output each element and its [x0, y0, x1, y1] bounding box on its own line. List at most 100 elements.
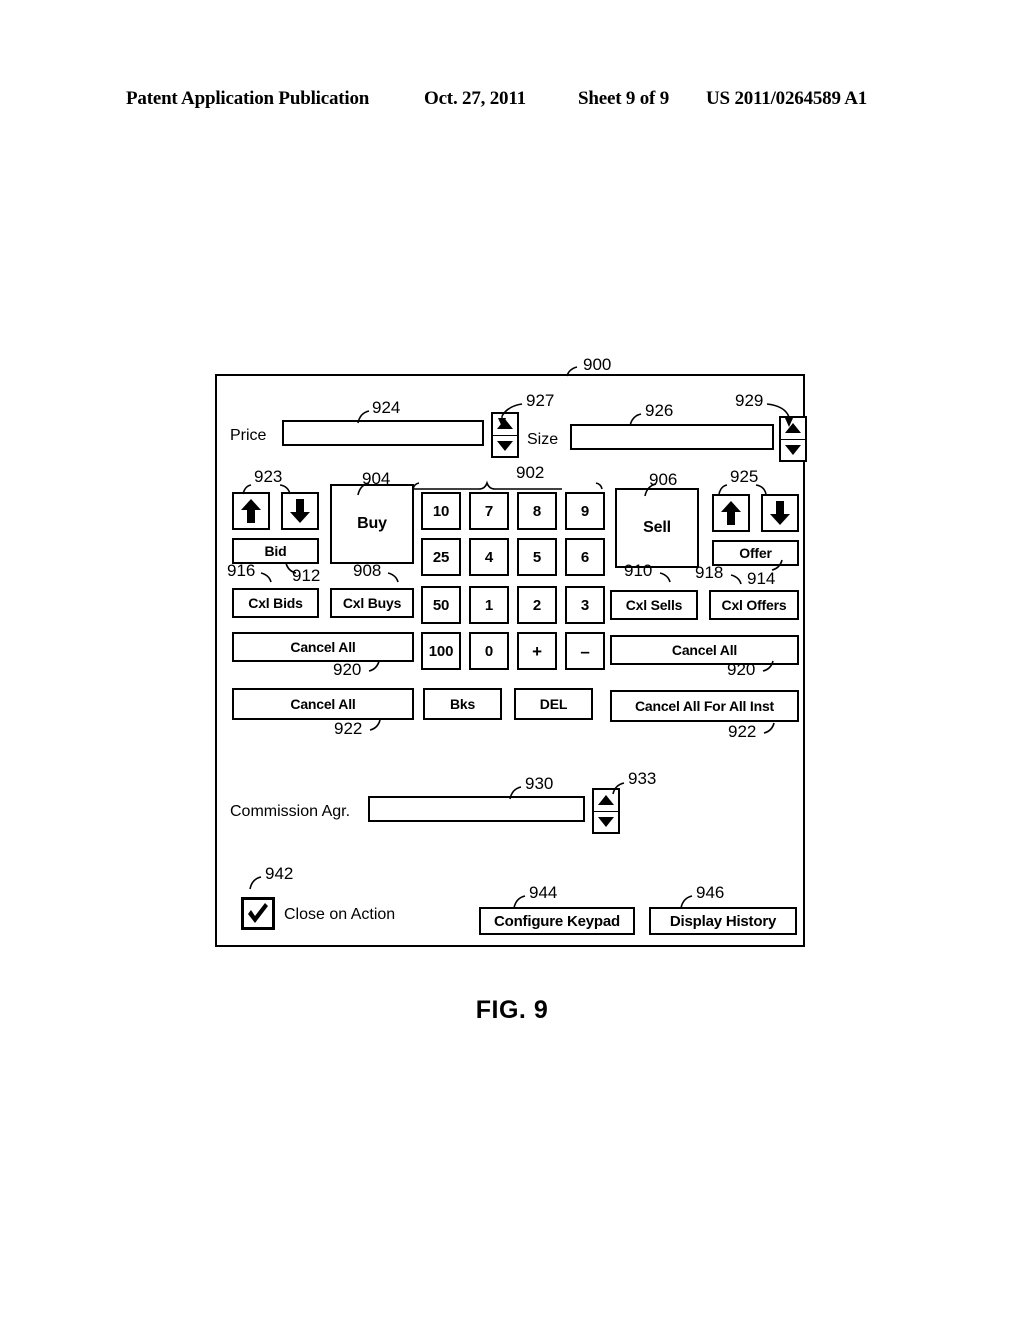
figure-caption: FIG. 9: [475, 996, 549, 1024]
cancel-all-sell-side-button[interactable]: Cancel All: [610, 635, 799, 665]
bid-button-label: Bid: [264, 543, 287, 559]
price-spinner-up[interactable]: [493, 414, 517, 436]
cancel-offers-button[interactable]: Cxl Offers: [709, 590, 799, 620]
keypad-key-label: 9: [580, 502, 590, 520]
price-spinner-down[interactable]: [493, 436, 517, 457]
keypad-key-10[interactable]: 10: [421, 492, 461, 530]
price-label: Price: [230, 427, 267, 444]
keypad-key-100[interactable]: 100: [421, 632, 461, 670]
patent-number: US 2011/0264589 A1: [706, 88, 868, 109]
ref-900: 900: [583, 355, 612, 374]
keypad-key-label: 50: [432, 596, 450, 614]
bid-increment-down-button[interactable]: [281, 492, 319, 530]
down-arrow-icon: [770, 501, 790, 525]
ref-918: 918: [695, 563, 724, 582]
commission-input[interactable]: [368, 796, 585, 822]
keypad-key-label: 7: [484, 502, 494, 520]
ref-910: 910: [624, 561, 653, 580]
ref-912: 912: [292, 566, 321, 585]
display-history-button[interactable]: Display History: [649, 907, 797, 935]
cancel-all-buy-side-button[interactable]: Cancel All: [232, 632, 414, 662]
bks-button-label: Bks: [449, 696, 476, 712]
keypad-key-5[interactable]: 5: [517, 538, 557, 576]
up-arrow-icon: [241, 499, 261, 523]
cancel-buys-label: Cxl Buys: [342, 595, 402, 611]
size-spinner-up[interactable]: [781, 418, 805, 440]
keypad-key-label: 100: [428, 642, 454, 660]
offer-increment-up-button[interactable]: [712, 494, 750, 532]
configure-keypad-label: Configure Keypad: [494, 912, 620, 930]
cancel-sells-label: Cxl Sells: [625, 597, 683, 613]
price-input[interactable]: [282, 420, 484, 446]
keypad-key-0[interactable]: 0: [469, 632, 509, 670]
ref-920-left: 920: [333, 660, 362, 679]
buy-button-label: Buy: [357, 515, 387, 532]
bid-increment-up-button[interactable]: [232, 492, 270, 530]
keypad-key-3[interactable]: 3: [565, 586, 605, 624]
buy-button[interactable]: Buy: [330, 484, 414, 564]
close-on-action-checkbox[interactable]: [241, 897, 275, 930]
triangle-up-icon: [785, 423, 801, 434]
keypad-key-9[interactable]: 9: [565, 492, 605, 530]
cancel-sells-button[interactable]: Cxl Sells: [610, 590, 698, 620]
cancel-all-for-all-instruments-label: Cancel All For All Inst: [634, 698, 775, 714]
price-spinner[interactable]: [491, 412, 519, 458]
publication-title: Patent Application Publication: [126, 88, 370, 109]
keypad-key-label: 10: [432, 502, 450, 520]
triangle-down-icon: [497, 440, 513, 451]
ref-908: 908: [353, 561, 382, 580]
cancel-all-instrument-label: Cancel All: [290, 696, 356, 712]
keypad-key-8[interactable]: 8: [517, 492, 557, 530]
keypad-key-1[interactable]: 1: [469, 586, 509, 624]
ref-929: 929: [735, 391, 764, 410]
commission-label: Commission Agr.: [230, 803, 351, 820]
ref-906: 906: [649, 470, 678, 489]
triangle-up-icon: [497, 419, 513, 430]
ref-927: 927: [526, 391, 555, 410]
display-history-label: Display History: [669, 912, 777, 930]
cancel-buys-button[interactable]: Cxl Buys: [330, 588, 414, 618]
ref-925: 925: [730, 467, 759, 486]
cancel-all-for-all-instruments-button[interactable]: Cancel All For All Inst: [610, 690, 799, 722]
keypad-key-7[interactable]: 7: [469, 492, 509, 530]
configure-keypad-button[interactable]: Configure Keypad: [479, 907, 635, 935]
ref-922-left: 922: [334, 719, 363, 738]
ref-904: 904: [362, 469, 391, 488]
size-input[interactable]: [570, 424, 774, 450]
sell-button[interactable]: Sell: [615, 488, 699, 568]
ref-930: 930: [525, 774, 554, 793]
keypad-key-plus[interactable]: +: [517, 632, 557, 670]
bks-button[interactable]: Bks: [423, 688, 502, 720]
keypad-key-minus[interactable]: –: [565, 632, 605, 670]
keypad-key-6[interactable]: 6: [565, 538, 605, 576]
ref-926: 926: [645, 401, 674, 420]
ref-924: 924: [372, 398, 401, 417]
size-spinner-down[interactable]: [781, 440, 805, 461]
keypad-key-25[interactable]: 25: [421, 538, 461, 576]
cancel-bids-button[interactable]: Cxl Bids: [232, 588, 319, 618]
commission-spinner-down[interactable]: [594, 812, 618, 833]
cancel-all-buy-side-label: Cancel All: [290, 639, 356, 655]
close-on-action-label: Close on Action: [284, 906, 396, 923]
patent-page-header: Patent Application Publication Oct. 27, …: [0, 88, 1024, 114]
keypad-key-50[interactable]: 50: [421, 586, 461, 624]
keypad-key-4[interactable]: 4: [469, 538, 509, 576]
size-spinner[interactable]: [779, 416, 807, 462]
keypad-key-2[interactable]: 2: [517, 586, 557, 624]
down-arrow-icon: [290, 499, 310, 523]
checkmark-icon: [248, 902, 268, 923]
delete-button[interactable]: DEL: [514, 688, 593, 720]
triangle-down-icon: [598, 816, 614, 827]
keypad-key-label: 8: [532, 502, 542, 520]
ref-944: 944: [529, 883, 558, 902]
delete-button-label: DEL: [539, 696, 568, 712]
commission-spinner[interactable]: [592, 788, 620, 834]
ref-916: 916: [227, 561, 256, 580]
trading-keypad-window: Price Size Bid Buy Cxl Bids Cxl Buys Can…: [215, 374, 807, 947]
cancel-all-instrument-button[interactable]: Cancel All: [232, 688, 414, 720]
commission-spinner-up[interactable]: [594, 790, 618, 812]
cancel-offers-label: Cxl Offers: [721, 597, 787, 613]
offer-button[interactable]: Offer: [712, 540, 799, 566]
offer-increment-down-button[interactable]: [761, 494, 799, 532]
keypad-key-label: 3: [580, 596, 590, 614]
